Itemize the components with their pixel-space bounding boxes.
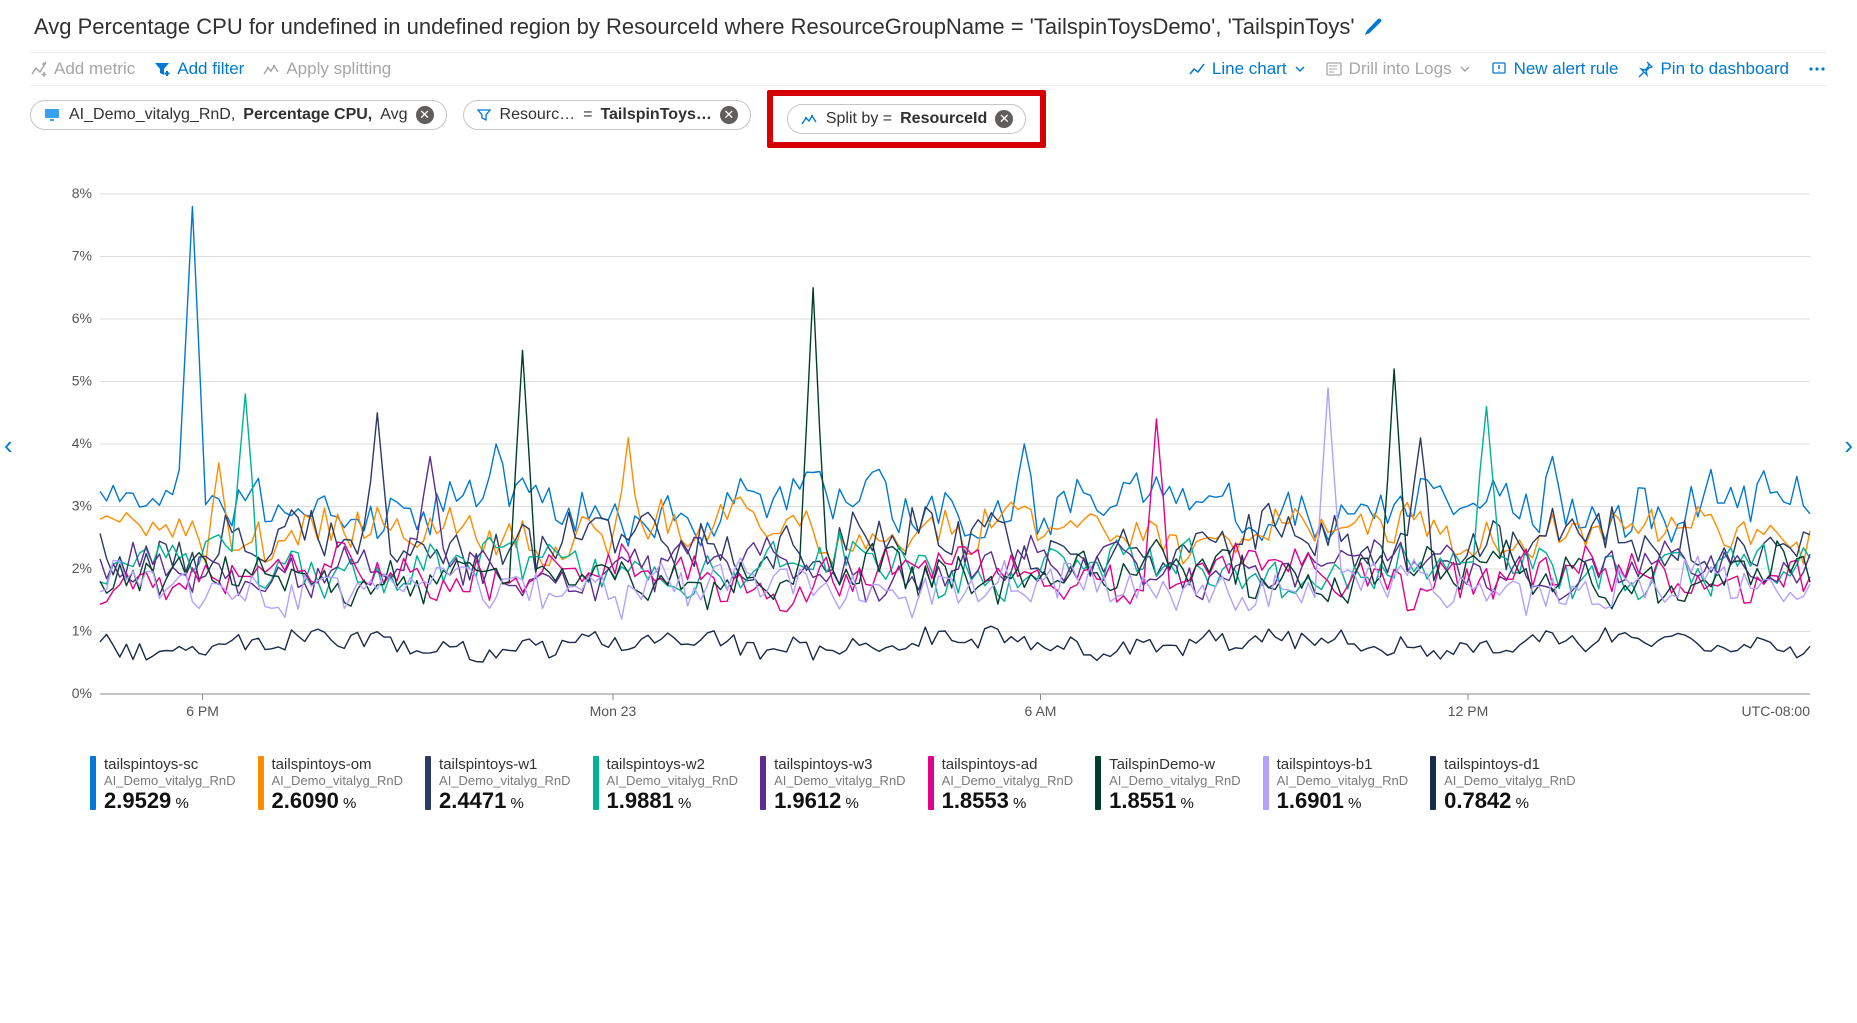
legend-series-value: 1.8553 % bbox=[942, 788, 1074, 814]
svg-text:6 AM: 6 AM bbox=[1025, 703, 1057, 719]
svg-text:4%: 4% bbox=[72, 435, 92, 451]
split-pill[interactable]: Split by = ResourceId ✕ bbox=[787, 104, 1026, 134]
metric-pill[interactable]: AI_Demo_vitalyg_RnD, Percentage CPU, Avg… bbox=[30, 100, 447, 130]
legend-item[interactable]: tailspintoys-d1AI_Demo_vitalyg_RnD0.7842… bbox=[1430, 756, 1576, 814]
legend-series-value: 0.7842 % bbox=[1444, 788, 1576, 814]
next-chart-button[interactable]: › bbox=[1844, 430, 1853, 461]
svg-text:2%: 2% bbox=[72, 560, 92, 576]
legend-series-name: tailspintoys-om bbox=[272, 756, 404, 773]
legend-series-sub: AI_Demo_vitalyg_RnD bbox=[272, 773, 404, 788]
legend-series-value: 1.6901 % bbox=[1277, 788, 1409, 814]
resource-icon bbox=[43, 106, 61, 124]
svg-text:6 PM: 6 PM bbox=[186, 703, 219, 719]
chart-title: Avg Percentage CPU for undefined in unde… bbox=[34, 14, 1355, 40]
svg-text:8%: 8% bbox=[72, 185, 92, 201]
pin-icon bbox=[1636, 60, 1654, 78]
chevron-down-icon bbox=[1458, 62, 1472, 76]
remove-filter-icon[interactable]: ✕ bbox=[720, 106, 738, 124]
split-icon bbox=[262, 60, 280, 78]
logs-icon bbox=[1325, 60, 1343, 78]
svg-text:Mon 23: Mon 23 bbox=[590, 703, 637, 719]
svg-text:5%: 5% bbox=[72, 373, 92, 389]
edit-title-icon[interactable] bbox=[1363, 17, 1383, 37]
legend-item[interactable]: tailspintoys-w2AI_Demo_vitalyg_RnD1.9881… bbox=[593, 756, 739, 814]
line-chart[interactable]: 0% 1% 2% 3% 4% 5% 6% 7% 8% 6 PM Mon 23 6 AM 12 PM UTC… bbox=[30, 184, 1827, 744]
legend-item[interactable]: tailspintoys-omAI_Demo_vitalyg_RnD2.6090… bbox=[258, 756, 404, 814]
svg-text:6%: 6% bbox=[72, 310, 92, 326]
svg-text:7%: 7% bbox=[72, 248, 92, 264]
legend-series-value: 2.4471 % bbox=[439, 788, 571, 814]
legend-series-sub: AI_Demo_vitalyg_RnD bbox=[774, 773, 906, 788]
more-menu-button[interactable] bbox=[1807, 59, 1827, 79]
legend-series-sub: AI_Demo_vitalyg_RnD bbox=[104, 773, 236, 788]
svg-text:0%: 0% bbox=[72, 685, 92, 701]
legend-color-bar bbox=[1095, 756, 1101, 810]
apply-splitting-button[interactable]: Apply splitting bbox=[262, 59, 391, 79]
add-metric-button[interactable]: Add metric bbox=[30, 59, 135, 79]
legend-item[interactable]: tailspintoys-adAI_Demo_vitalyg_RnD1.8553… bbox=[928, 756, 1074, 814]
split-highlight: Split by = ResourceId ✕ bbox=[767, 90, 1046, 148]
remove-split-icon[interactable]: ✕ bbox=[995, 110, 1013, 128]
legend-item[interactable]: tailspintoys-b1AI_Demo_vitalyg_RnD1.6901… bbox=[1263, 756, 1409, 814]
legend-series-name: tailspintoys-w2 bbox=[607, 756, 739, 773]
legend-color-bar bbox=[593, 756, 599, 810]
legend-series-value: 2.6090 % bbox=[272, 788, 404, 814]
legend-series-sub: AI_Demo_vitalyg_RnD bbox=[1277, 773, 1409, 788]
legend-item[interactable]: tailspintoys-w3AI_Demo_vitalyg_RnD1.9612… bbox=[760, 756, 906, 814]
legend-series-sub: AI_Demo_vitalyg_RnD bbox=[439, 773, 571, 788]
filter-icon bbox=[476, 107, 492, 123]
legend-series-value: 1.8551 % bbox=[1109, 788, 1241, 814]
legend-color-bar bbox=[90, 756, 96, 810]
legend-color-bar bbox=[425, 756, 431, 810]
svg-text:UTC-08:00: UTC-08:00 bbox=[1742, 703, 1811, 719]
new-alert-button[interactable]: New alert rule bbox=[1490, 59, 1619, 79]
filter-icon bbox=[153, 60, 171, 78]
legend-series-value: 1.9881 % bbox=[607, 788, 739, 814]
legend-color-bar bbox=[760, 756, 766, 810]
legend-series-value: 1.9612 % bbox=[774, 788, 906, 814]
legend-series-sub: AI_Demo_vitalyg_RnD bbox=[1109, 773, 1241, 788]
legend-series-name: tailspintoys-w1 bbox=[439, 756, 571, 773]
remove-metric-icon[interactable]: ✕ bbox=[416, 106, 434, 124]
line-chart-icon bbox=[1188, 60, 1206, 78]
drill-logs-button[interactable]: Drill into Logs bbox=[1325, 59, 1472, 79]
svg-text:3%: 3% bbox=[72, 498, 92, 514]
legend-series-name: tailspintoys-w3 bbox=[774, 756, 906, 773]
legend-color-bar bbox=[1430, 756, 1436, 810]
prev-chart-button[interactable]: ‹ bbox=[4, 430, 13, 461]
chart-type-dropdown[interactable]: Line chart bbox=[1188, 59, 1307, 79]
legend-series-value: 2.9529 % bbox=[104, 788, 236, 814]
legend: tailspintoys-scAI_Demo_vitalyg_RnD2.9529… bbox=[30, 744, 1827, 814]
legend-series-name: TailspinDemo-w bbox=[1109, 756, 1241, 773]
legend-series-name: tailspintoys-sc bbox=[104, 756, 236, 773]
svg-text:12 PM: 12 PM bbox=[1448, 703, 1488, 719]
pin-dashboard-button[interactable]: Pin to dashboard bbox=[1636, 59, 1789, 79]
legend-series-name: tailspintoys-d1 bbox=[1444, 756, 1576, 773]
chart-toolbar: Add metric Add filter Apply splitting Li… bbox=[30, 52, 1827, 86]
legend-item[interactable]: tailspintoys-w1AI_Demo_vitalyg_RnD2.4471… bbox=[425, 756, 571, 814]
legend-series-sub: AI_Demo_vitalyg_RnD bbox=[607, 773, 739, 788]
split-icon bbox=[800, 110, 818, 128]
alert-icon bbox=[1490, 60, 1508, 78]
filter-pill[interactable]: Resourc… = TailspinToys… ✕ bbox=[463, 100, 751, 130]
legend-series-sub: AI_Demo_vitalyg_RnD bbox=[942, 773, 1074, 788]
add-filter-button[interactable]: Add filter bbox=[153, 59, 244, 79]
legend-series-sub: AI_Demo_vitalyg_RnD bbox=[1444, 773, 1576, 788]
ellipsis-icon bbox=[1807, 59, 1827, 79]
add-metric-icon bbox=[30, 60, 48, 78]
legend-color-bar bbox=[1263, 756, 1269, 810]
legend-color-bar bbox=[928, 756, 934, 810]
chevron-down-icon bbox=[1293, 62, 1307, 76]
legend-series-name: tailspintoys-ad bbox=[942, 756, 1074, 773]
legend-item[interactable]: TailspinDemo-wAI_Demo_vitalyg_RnD1.8551 … bbox=[1095, 756, 1241, 814]
pill-row: AI_Demo_vitalyg_RnD, Percentage CPU, Avg… bbox=[30, 86, 1827, 154]
legend-series-name: tailspintoys-b1 bbox=[1277, 756, 1409, 773]
legend-color-bar bbox=[258, 756, 264, 810]
chart-title-row: Avg Percentage CPU for undefined in unde… bbox=[30, 10, 1827, 52]
legend-item[interactable]: tailspintoys-scAI_Demo_vitalyg_RnD2.9529… bbox=[90, 756, 236, 814]
svg-text:1%: 1% bbox=[72, 623, 92, 639]
